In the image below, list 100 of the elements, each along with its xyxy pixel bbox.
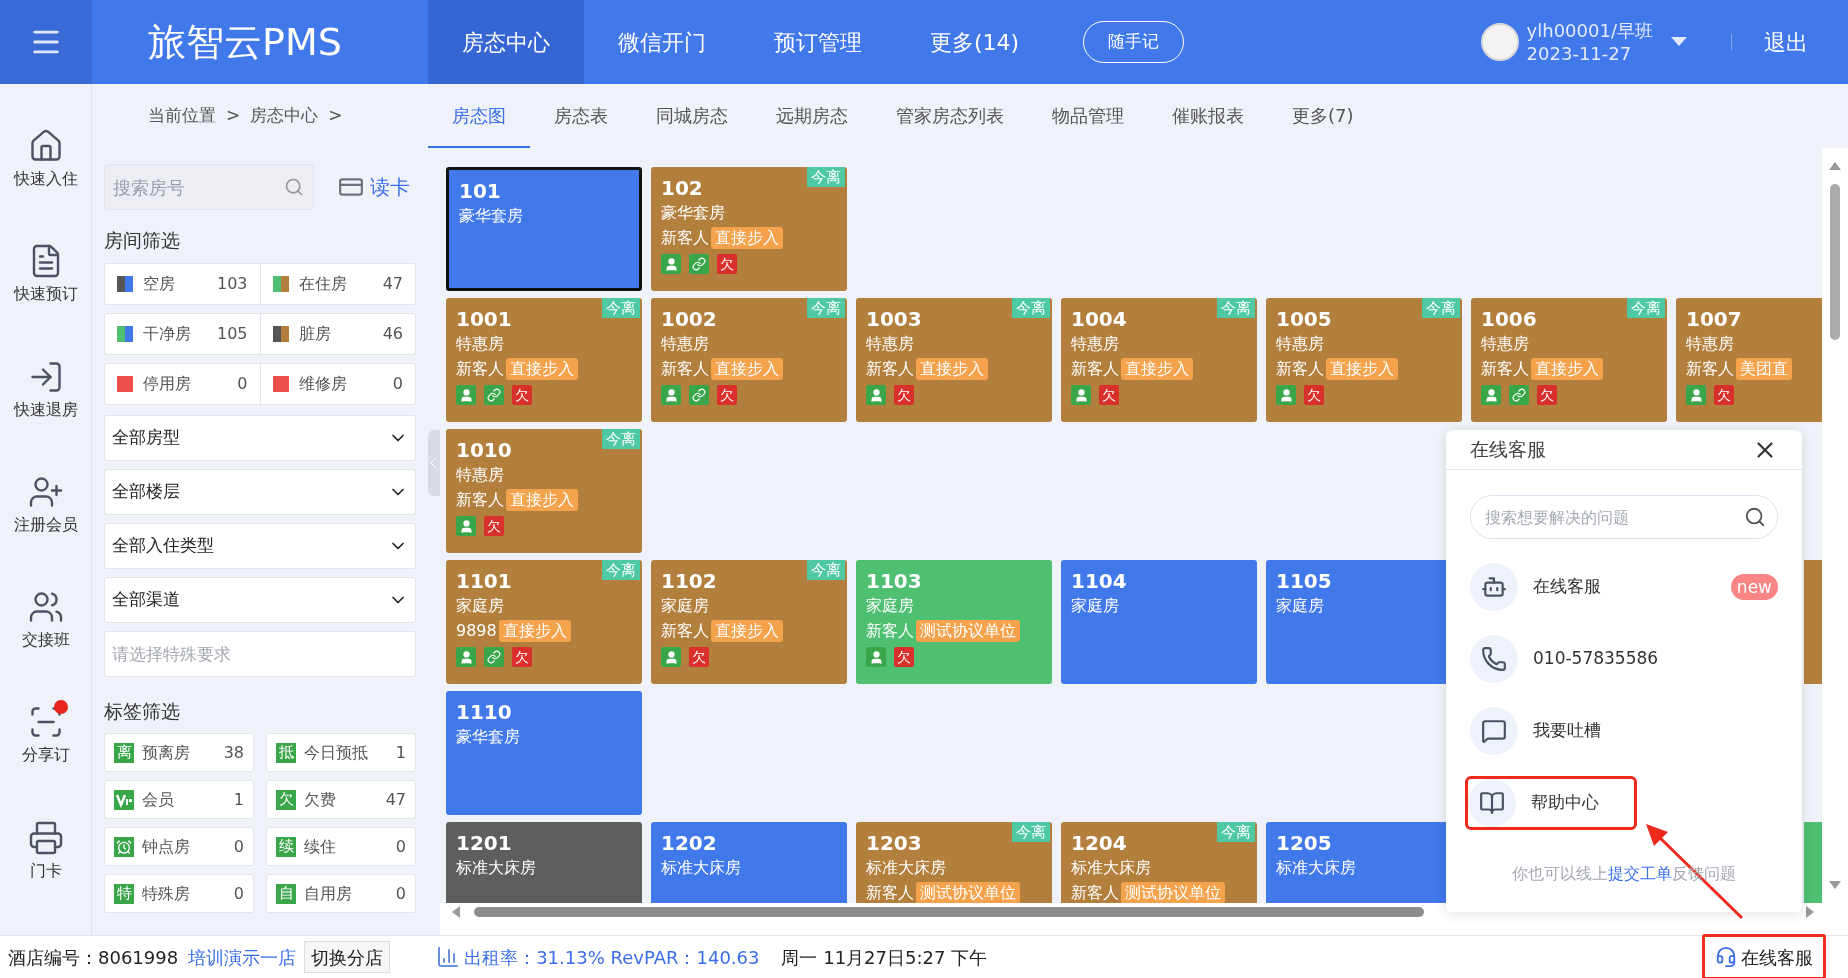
scroll-up-icon[interactable] <box>1829 162 1841 170</box>
room-card[interactable]: 1203 今离 标准大床房 新客人 测试协议单位 <box>856 822 1052 903</box>
view-tab[interactable]: 物品管理 <box>1028 84 1148 148</box>
read-card-button[interactable]: 读卡 <box>338 172 410 202</box>
room-card[interactable]: 1101 今离 家庭房 9898 直接步入 欠 <box>446 560 642 684</box>
tag-filter[interactable]: 自 自用房 0 <box>266 874 416 913</box>
room-status-filter[interactable]: 干净房 105 <box>105 313 261 354</box>
sidebar-item[interactable]: 分享订 <box>0 704 91 820</box>
online-support-button[interactable]: 在线客服 <box>1702 934 1826 978</box>
view-tab[interactable]: 房态表 <box>530 84 632 148</box>
room-card[interactable]: 1007 特惠房 新客人 美团直 欠 <box>1676 298 1822 422</box>
guest-name: 新客人 <box>866 358 914 380</box>
tag-label: 特殊房 <box>142 882 190 905</box>
support-option[interactable]: 我要吐槽 <box>1470 707 1778 755</box>
date-time: 周一 11月27日5:27 下午 <box>781 945 988 970</box>
link-icon <box>689 385 709 405</box>
tag-count: 1 <box>395 741 406 764</box>
tag-filter[interactable]: 离 预离房 38 <box>104 733 254 772</box>
submit-ticket-link[interactable]: 提交工单 <box>1608 864 1672 883</box>
tag-count: 47 <box>385 788 406 811</box>
room-number: 1104 <box>1071 569 1127 593</box>
room-card[interactable]: 1202 标准大床房 <box>651 822 847 903</box>
room-status-filter[interactable]: 在住房 47 <box>260 263 415 304</box>
avatar <box>1480 23 1519 61</box>
filter-dropdown[interactable]: 全部房型 <box>104 414 416 461</box>
nav-tab[interactable]: 房态中心 <box>428 0 584 84</box>
room-card[interactable]: 101 豪华套房 <box>446 167 642 291</box>
filter-dropdown[interactable]: 全部入住类型 <box>104 522 416 569</box>
room-card[interactable]: 1003 今离 特惠房 新客人 直接步入 欠 <box>856 298 1052 422</box>
status-count: 0 <box>392 372 403 395</box>
tag-filter[interactable]: 抵 今日预抵 1 <box>266 733 416 772</box>
caret-icon[interactable] <box>1671 37 1687 47</box>
hotel-name-link[interactable]: 培训演示一店 <box>188 943 297 971</box>
tag-filter[interactable]: 钟点房 0 <box>104 827 254 866</box>
room-card[interactable]: 1005 今离 特惠房 新客人 直接步入 欠 <box>1266 298 1462 422</box>
view-tab[interactable]: 催账报表 <box>1148 84 1268 148</box>
view-tab[interactable]: 房态图 <box>428 84 530 148</box>
sidebar-item[interactable]: 注册会员 <box>0 473 91 590</box>
scroll-down-icon[interactable] <box>1829 881 1841 889</box>
tag-badge: 离 <box>114 742 134 763</box>
room-search-field[interactable]: 搜索房号 <box>104 164 314 210</box>
printer-icon <box>27 819 64 856</box>
sidebar-item[interactable]: 快速退房 <box>0 358 91 474</box>
room-card[interactable]: 1102 今离 家庭房 新客人 直接步入 欠 <box>651 560 847 684</box>
scroll-thumb[interactable] <box>1830 184 1840 340</box>
room-card[interactable]: 1104 家庭房 <box>1061 560 1257 684</box>
guest-name: 新客人 <box>1686 358 1734 380</box>
scroll-left-icon[interactable] <box>452 906 460 918</box>
room-status-filter[interactable]: 空房 103 <box>105 263 261 304</box>
room-status-filter[interactable]: 停用房 0 <box>105 363 261 404</box>
nav-tab[interactable]: 预订管理 <box>740 0 896 84</box>
room-card[interactable]: 1201 标准大床房 <box>446 822 642 903</box>
tag-count: 0 <box>395 882 406 905</box>
room-status-filter[interactable]: 维修房 0 <box>260 363 415 404</box>
tag-filter[interactable]: 特 特殊房 0 <box>104 874 254 913</box>
switch-branch-button[interactable]: 切换分店 <box>304 941 391 973</box>
filter-dropdown[interactable]: 全部楼层 <box>104 468 416 515</box>
logout-link[interactable]: 退出 <box>1764 25 1808 59</box>
room-card[interactable]: 1204 今离 标准大床房 新客人 测试协议单位 <box>1061 822 1257 903</box>
support-option[interactable]: 在线客服 new <box>1470 563 1778 611</box>
tag-filter[interactable]: 欠 欠费 47 <box>266 780 416 819</box>
room-card[interactable]: 102 今离 豪华套房 新客人 直接步入 欠 <box>651 167 847 291</box>
support-option[interactable]: 帮助中心 <box>1468 779 1634 827</box>
tag-filter[interactable]: 会员 1 <box>104 780 254 819</box>
help-search-field[interactable]: 搜索想要解决的问题 <box>1470 495 1778 539</box>
sidebar-item[interactable]: 门卡 <box>0 819 91 935</box>
room-card[interactable]: 1010 今离 特惠房 新客人 直接步入 欠 <box>446 429 642 553</box>
room-status-filter[interactable]: 脏房 46 <box>260 313 415 354</box>
special-request-field[interactable]: 请选择特殊要求 <box>104 630 416 677</box>
room-type: 豪华套房 <box>459 205 523 227</box>
nav-tab[interactable]: 更多(14) <box>896 0 1054 84</box>
breadcrumb-text[interactable]: 房态中心 <box>250 103 319 129</box>
leaving-badge: 今离 <box>1012 822 1050 842</box>
menu-button[interactable] <box>0 0 92 84</box>
horizontal-scrollbar[interactable] <box>440 903 1848 935</box>
room-card[interactable]: 1103 家庭房 新客人 测试协议单位 欠 <box>856 560 1052 684</box>
tag-badge: 自 <box>276 883 296 904</box>
collapse-handle[interactable] <box>428 430 440 496</box>
vertical-scrollbar[interactable] <box>1822 148 1848 903</box>
sidebar-item[interactable]: 快速预订 <box>0 243 91 359</box>
tag-filter[interactable]: 续 续住 0 <box>266 827 416 866</box>
tag-count: 0 <box>233 835 244 858</box>
room-card[interactable]: 1004 今离 特惠房 新客人 直接步入 欠 <box>1061 298 1257 422</box>
room-card[interactable]: 1110 豪华套房 <box>446 691 642 815</box>
scroll-thumb[interactable] <box>474 907 1424 917</box>
room-type: 特惠房 <box>1686 333 1734 355</box>
filter-dropdown[interactable]: 全部渠道 <box>104 576 416 623</box>
support-option[interactable]: 010-57835586 <box>1470 635 1778 683</box>
nav-tab[interactable]: 微信开门 <box>584 0 740 84</box>
sidebar-item[interactable]: 快速入住 <box>0 128 91 244</box>
debt-badge: 欠 <box>1714 385 1734 405</box>
room-card[interactable]: 1006 今离 特惠房 新客人 直接步入 欠 <box>1471 298 1667 422</box>
scroll-right-icon[interactable] <box>1806 906 1814 918</box>
view-tab[interactable]: 管家房态列表 <box>872 84 1028 148</box>
view-tab[interactable]: 同城房态 <box>632 84 752 148</box>
sidebar-item[interactable]: 交接班 <box>0 589 91 705</box>
view-tab[interactable]: 远期房态 <box>752 84 872 148</box>
view-tab[interactable]: 更多(7) <box>1268 84 1378 148</box>
room-card[interactable]: 1001 今离 特惠房 新客人 直接步入 欠 <box>446 298 642 422</box>
room-card[interactable]: 1002 今离 特惠房 新客人 直接步入 欠 <box>651 298 847 422</box>
